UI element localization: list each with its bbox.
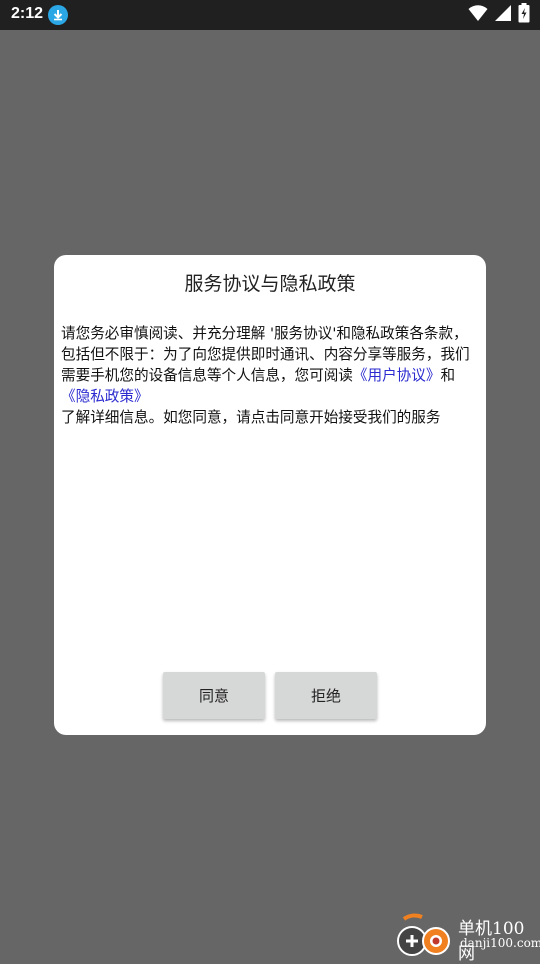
status-bar: 2:12 [0, 0, 540, 30]
privacy-policy-link[interactable]: 《隐私政策》 [61, 388, 149, 405]
dialog-title: 服务协议与隐私政策 [184, 273, 356, 295]
and-text: 和 [440, 367, 456, 384]
body-text-2: 了解详细信息。如您同意，请点击同意开始接受我们的服务 [61, 409, 441, 426]
privacy-dialog: 服务协议与隐私政策 请您务必审慎阅读、并充分理解 '服务协议'和隐私政策各条款，… [54, 255, 486, 735]
wifi-icon [468, 4, 488, 26]
watermark-url: danji100.com [460, 936, 540, 950]
status-time: 2:12 [11, 5, 44, 22]
battery-charging-icon [518, 3, 530, 27]
agree-button[interactable]: 同意 [163, 672, 265, 719]
signal-icon [494, 4, 512, 26]
user-agreement-link[interactable]: 《用户协议》 [353, 367, 441, 384]
download-icon [48, 5, 68, 25]
watermark: 单机100网 danji100.com [390, 912, 540, 964]
watermark-logo-icon [397, 913, 450, 956]
refuse-button[interactable]: 拒绝 [275, 672, 377, 719]
dialog-body: 请您务必审慎阅读、并充分理解 '服务协议'和隐私政策各条款，包括但不限于：为了向… [61, 323, 479, 428]
